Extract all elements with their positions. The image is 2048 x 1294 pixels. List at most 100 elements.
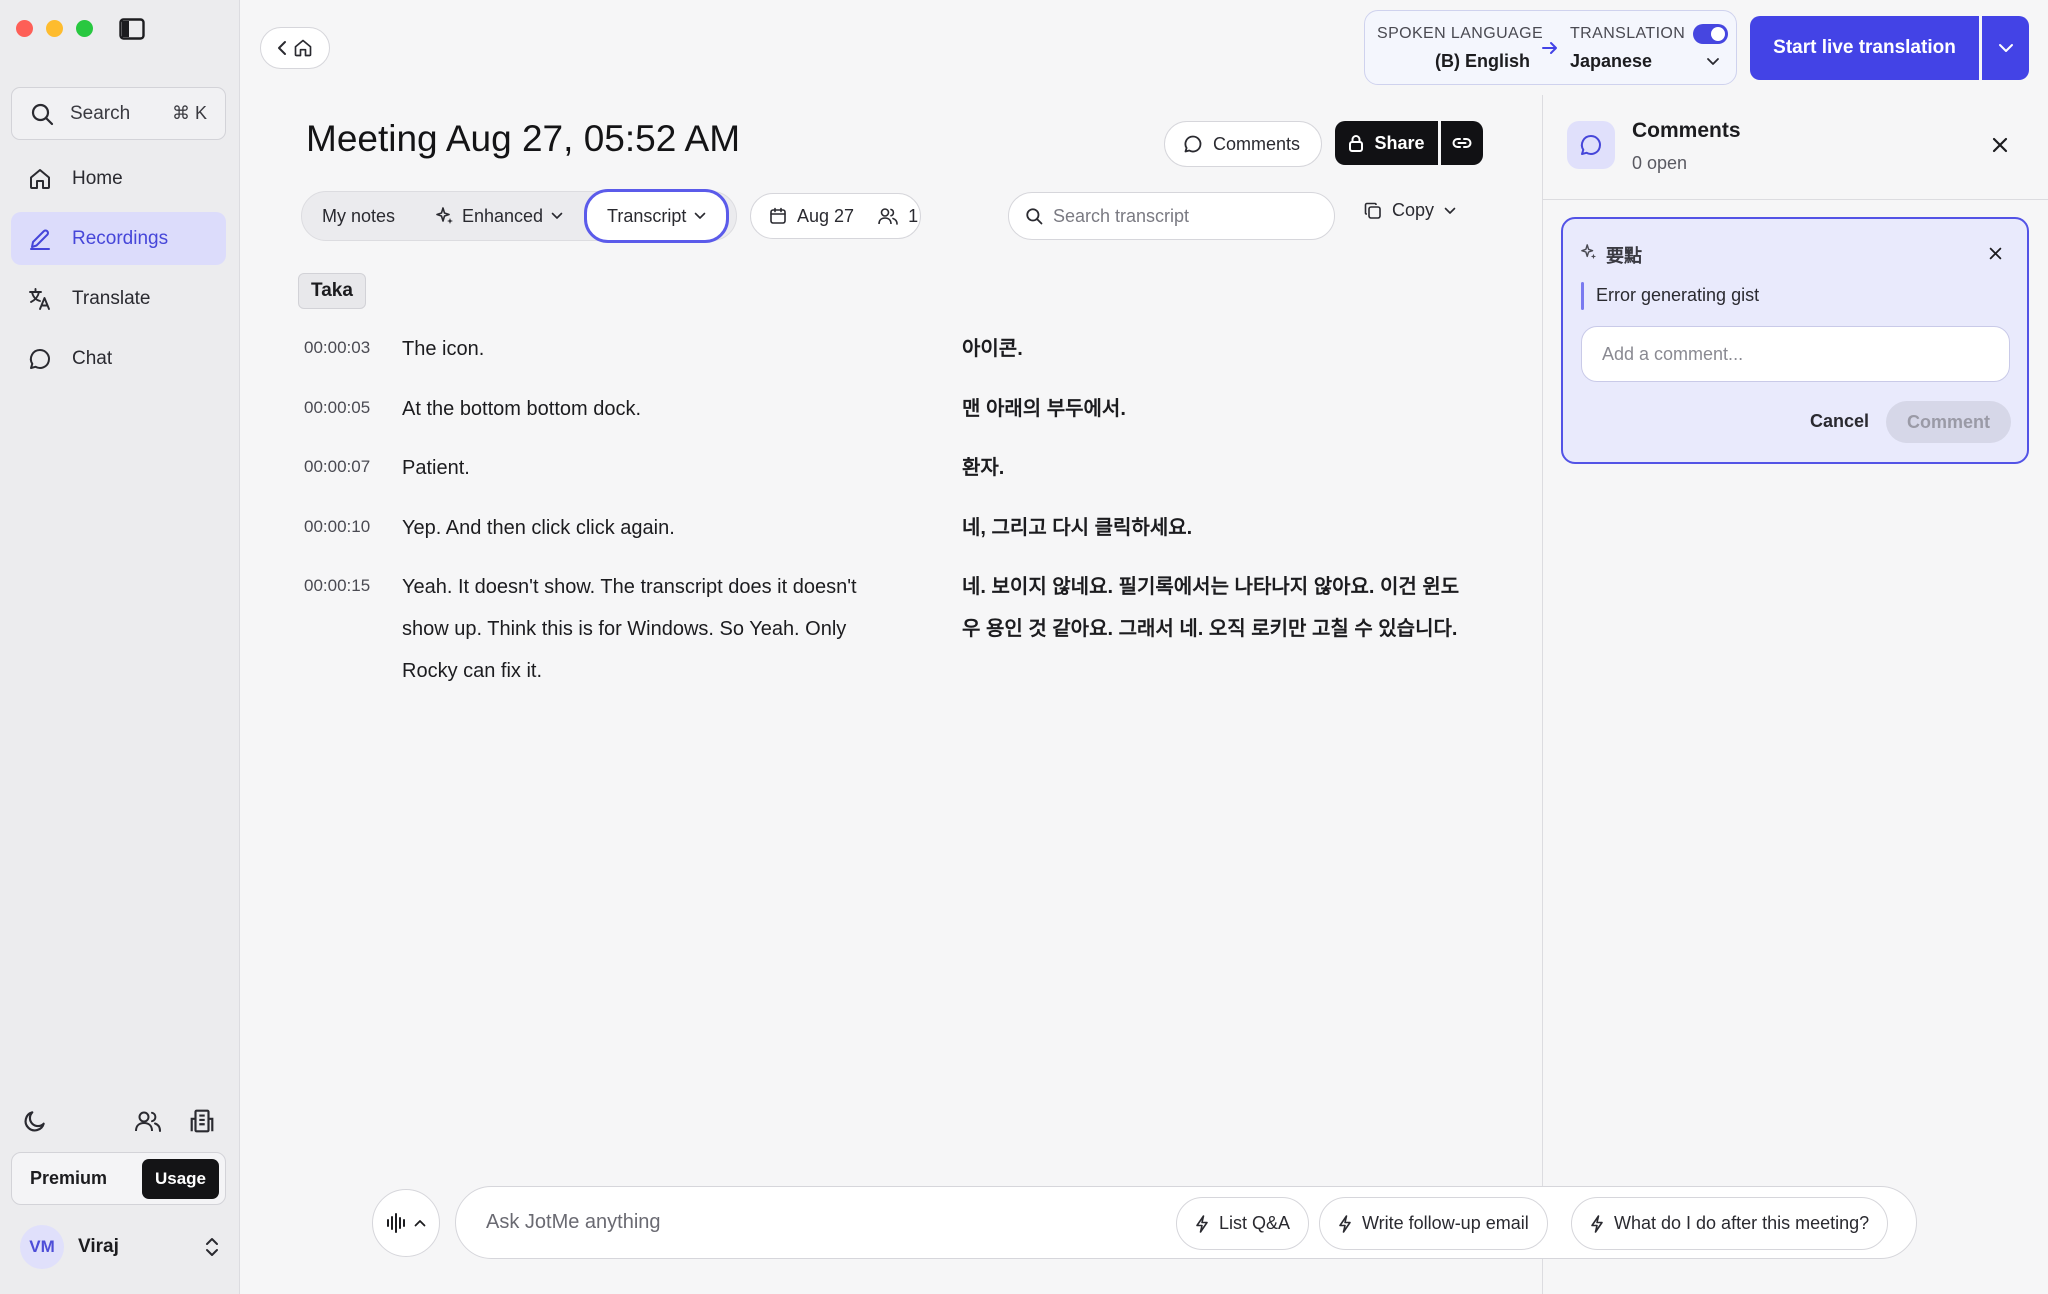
users-icon	[878, 207, 898, 225]
comments-button-label: Comments	[1213, 133, 1301, 154]
sidebar-item-recordings[interactable]: Recordings	[11, 212, 226, 265]
sidebar-item-label: Recordings	[72, 227, 169, 249]
chevron-up-icon	[414, 1219, 426, 1227]
translation-value: Japanese	[1570, 51, 1653, 71]
meeting-date: Aug 27	[797, 205, 855, 226]
transcript-source-text: The icon.	[402, 338, 485, 360]
transcript-timestamp[interactable]: 00:00:05	[304, 398, 370, 418]
tab-my-notes[interactable]: My notes	[322, 192, 395, 240]
transcript-timestamp[interactable]: 00:00:03	[304, 338, 370, 358]
gist-card-title: 要點	[1606, 246, 1642, 266]
translation-toggle[interactable]	[1693, 24, 1728, 44]
start-live-translation-button[interactable]: Start live translation	[1750, 16, 1979, 80]
copy-button[interactable]: Copy	[1364, 200, 1456, 221]
link-icon	[1452, 136, 1472, 150]
search-transcript-input[interactable]: Search transcript	[1008, 192, 1335, 240]
copy-link-button[interactable]	[1441, 121, 1483, 165]
moon-icon[interactable]	[22, 1108, 48, 1134]
transcript-timestamp[interactable]: 00:00:10	[304, 517, 370, 537]
chip-label: List Q&A	[1219, 1213, 1291, 1233]
transcript-translation-text: 네. 보이지 않네요. 필기록에서는 나타나지 않아요. 이건 윈도우 용인 것…	[962, 576, 1460, 640]
home-icon	[28, 167, 52, 191]
transcript-translation-text: 맨 아래의 부두에서.	[962, 398, 1126, 420]
comments-open-count: 0 open	[1632, 153, 1688, 173]
speaker-tag[interactable]: Taka	[298, 273, 366, 309]
chat-icon	[1183, 134, 1203, 154]
meeting-info-pill[interactable]: Aug 27 1	[750, 193, 921, 239]
back-home-button[interactable]	[260, 27, 330, 69]
sidebar-search[interactable]: Search ⌘ K	[11, 87, 226, 140]
translate-icon	[28, 287, 52, 311]
pen-icon	[28, 227, 52, 251]
suggestion-chip-after-meeting[interactable]: What do I do after this meeting?	[1571, 1197, 1889, 1250]
search-transcript-placeholder: Search transcript	[1053, 205, 1190, 226]
sidebar-item-label: Chat	[72, 347, 113, 369]
search-icon	[30, 102, 54, 126]
chevron-down-icon	[1444, 207, 1456, 215]
transcript-translation-text: 환자.	[962, 457, 1005, 479]
transcript-source-text: Yeah. It doesn't show. The transcript do…	[402, 576, 857, 682]
ask-placeholder: Ask JotMe anything	[486, 1211, 661, 1233]
start-options-dropdown[interactable]	[1982, 16, 2029, 80]
transcript-timestamp[interactable]: 00:00:15	[304, 576, 370, 596]
sidebar-item-label: Translate	[72, 287, 151, 309]
chevron-down-icon	[1998, 43, 2014, 53]
plan-box: Premium Usage	[11, 1152, 226, 1205]
sidebar-item-chat[interactable]: Chat	[11, 332, 226, 385]
sidebar-item-home[interactable]: Home	[11, 152, 226, 205]
transcript-translation-text: 네, 그리고 다시 클릭하세요.	[962, 517, 1193, 539]
transcript-source-text: Yep. And then click click again.	[402, 517, 675, 539]
sidebar: Search ⌘ K Home Recordings Translate Cha…	[0, 0, 240, 1294]
chevron-down-icon	[551, 212, 563, 220]
arrow-right-icon	[1540, 38, 1560, 58]
window-close-button[interactable]	[16, 20, 33, 37]
close-panel-button[interactable]	[1992, 137, 2008, 153]
add-comment-input[interactable]: Add a comment...	[1581, 326, 2010, 382]
sidebar-item-translate[interactable]: Translate	[11, 272, 226, 325]
gist-error-message: Error generating gist	[1596, 285, 1760, 305]
window-zoom-button[interactable]	[76, 20, 93, 37]
plan-label: Premium	[30, 1168, 108, 1188]
suggestion-chip-follow-up-email[interactable]: Write follow-up email	[1319, 1197, 1548, 1250]
add-comment-placeholder: Add a comment...	[1602, 343, 1744, 364]
chevron-down-icon	[1706, 57, 1720, 67]
user-menu[interactable]: VM Viraj	[20, 1225, 220, 1269]
search-icon	[1025, 207, 1043, 225]
view-tabs: My notes Enhanced Transcript	[301, 189, 737, 243]
share-button[interactable]: Share	[1335, 121, 1438, 165]
sidebar-toggle-icon[interactable]	[119, 18, 145, 40]
home-icon	[293, 38, 313, 58]
tab-enhanced[interactable]: Enhanced	[436, 192, 563, 240]
sparkle-icon	[436, 207, 454, 225]
comments-button[interactable]: Comments	[1164, 121, 1322, 167]
quote-bar	[1581, 282, 1584, 310]
calendar-icon	[769, 207, 787, 225]
spoken-language-value: (B) English	[1435, 51, 1530, 71]
close-card-button[interactable]	[1989, 247, 2002, 260]
users-icon[interactable]	[134, 1108, 162, 1134]
transcript-timestamp[interactable]: 00:00:07	[304, 457, 370, 477]
ask-input-bar[interactable]: Ask JotMe anything List Q&A Write follow…	[455, 1186, 1917, 1259]
comments-panel-icon	[1567, 121, 1615, 169]
chip-label: Write follow-up email	[1362, 1213, 1529, 1233]
transcript-source-text: At the bottom bottom dock.	[402, 398, 642, 420]
building-icon[interactable]	[189, 1108, 215, 1134]
tab-transcript[interactable]: Transcript	[584, 189, 730, 243]
search-label: Search	[70, 102, 131, 124]
translation-label: TRANSLATION	[1570, 25, 1686, 42]
avatar: VM	[20, 1225, 64, 1269]
participants-count: 1	[908, 205, 919, 226]
window-minimize-button[interactable]	[46, 20, 63, 37]
divider	[1542, 199, 2048, 200]
tab-label: My notes	[322, 205, 396, 226]
chat-icon	[28, 347, 52, 371]
transcript-translation-text: 아이콘.	[962, 338, 1023, 360]
audio-mode-button[interactable]	[372, 1189, 440, 1257]
comment-button[interactable]: Comment	[1886, 401, 2011, 443]
lock-icon	[1348, 134, 1364, 152]
suggestion-chip-list-qa[interactable]: List Q&A	[1176, 1197, 1310, 1250]
copy-icon	[1364, 202, 1382, 220]
usage-button[interactable]: Usage	[141, 1158, 219, 1199]
language-selector[interactable]: SPOKEN LANGUAGE (B) English TRANSLATION …	[1364, 10, 1737, 85]
cancel-button[interactable]: Cancel	[1810, 411, 1869, 432]
